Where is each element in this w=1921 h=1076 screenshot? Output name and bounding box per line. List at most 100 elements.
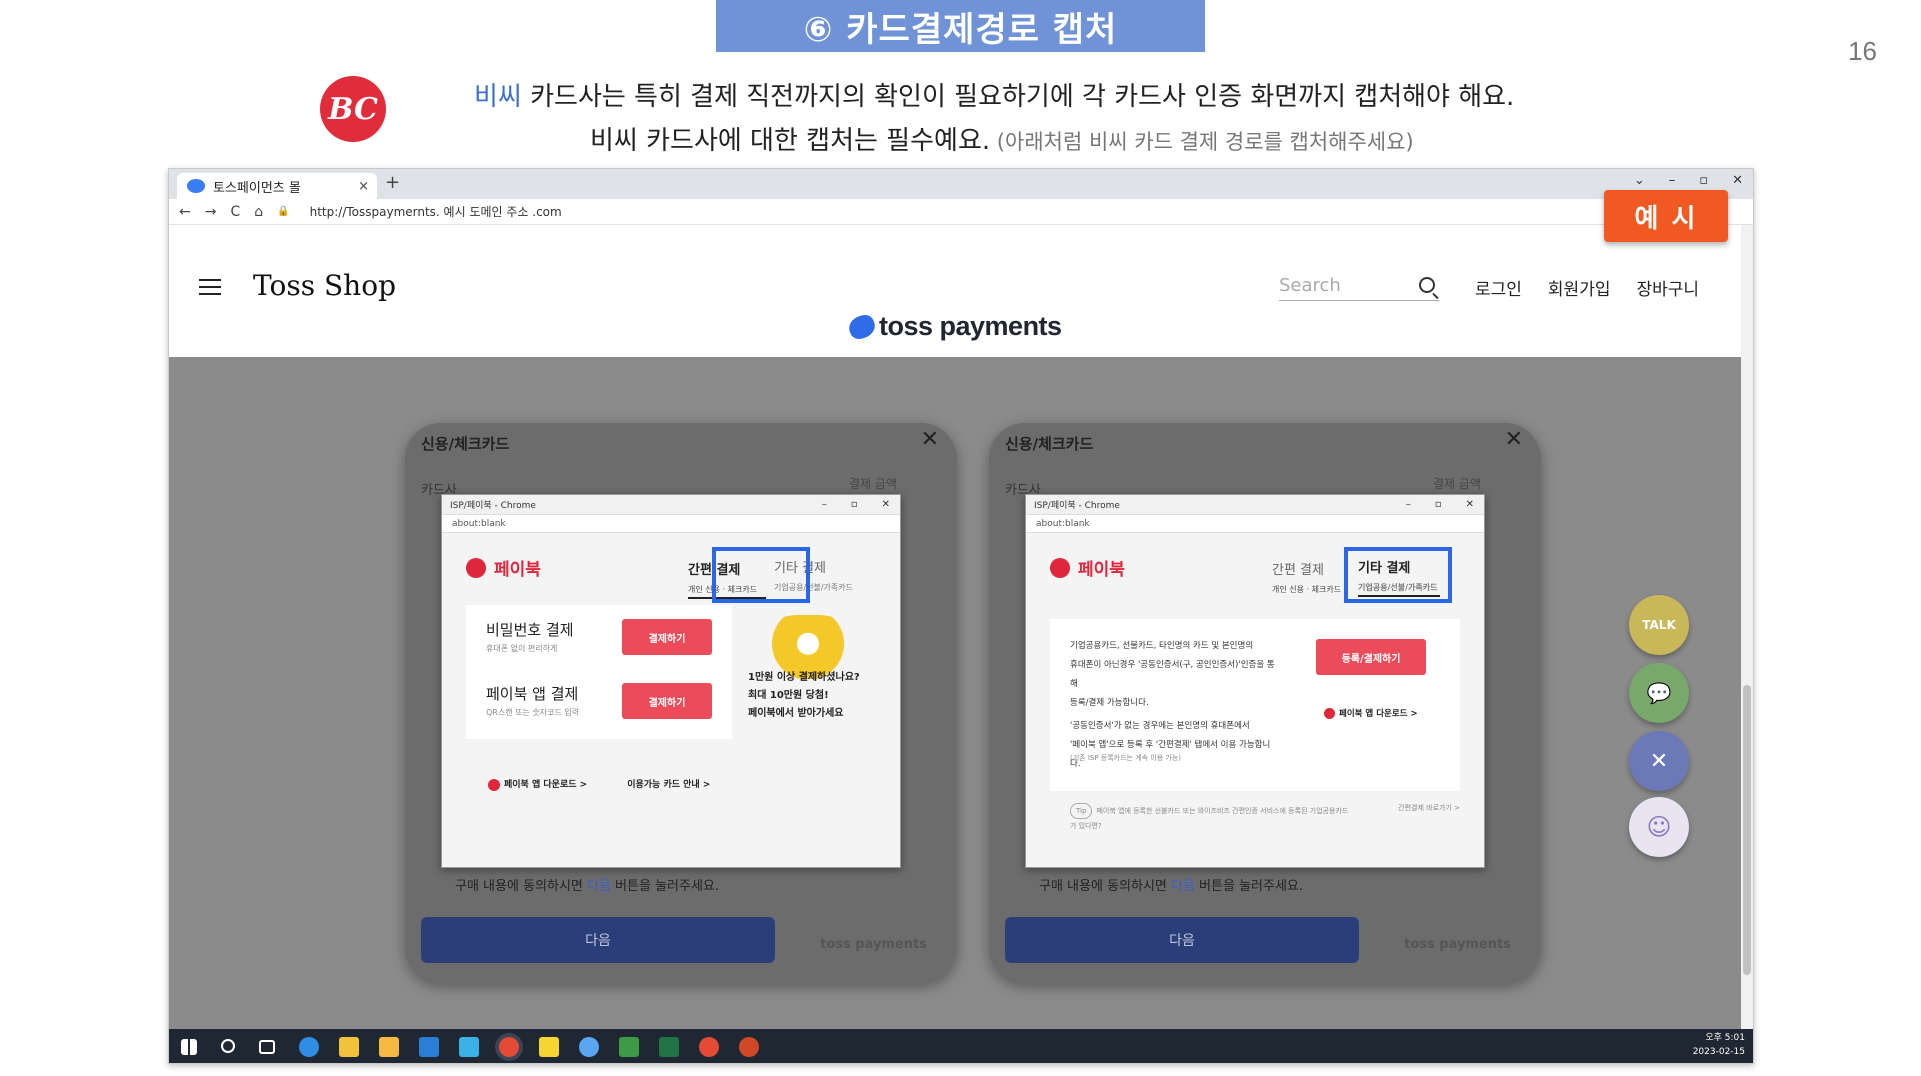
etc-pay-card: 기업공용카드, 선불카드, 타인명의 카드 및 본인명의 휴대폰이 아닌경우 '… [1050, 619, 1460, 791]
address-bar: ← → C ⌂ 🔒 http://Tosspaymernts. 예시 도메인 주… [169, 199, 1753, 225]
search-icon[interactable] [1419, 277, 1435, 293]
close-fab-button[interactable]: ✕ [1629, 731, 1689, 791]
excel-icon[interactable] [659, 1037, 679, 1057]
home-icon[interactable]: ⌂ [254, 204, 263, 220]
edge-icon[interactable] [299, 1037, 319, 1057]
popup-close[interactable]: ✕ [882, 499, 890, 510]
paybook-logo-text: 페이북 [1078, 560, 1125, 580]
browser-tab[interactable]: 토스페이먼츠 몰 × [177, 173, 377, 199]
chrome-icon[interactable] [499, 1037, 519, 1057]
page-scrollbar[interactable] [1741, 225, 1753, 1037]
minimize-button[interactable]: – [1669, 173, 1676, 188]
remote-icon[interactable] [619, 1037, 639, 1057]
nav-cart[interactable]: 장바구니 [1636, 275, 1699, 300]
agree-link: 다음 [1171, 879, 1195, 894]
amount-label: 결제 금액 [1433, 477, 1481, 491]
next-button[interactable]: 다음 [421, 917, 775, 963]
password-pay-title: 비밀번호 결제 [486, 621, 574, 639]
app-pay-title: 페이북 앱 결제 [486, 685, 579, 703]
next-button[interactable]: 다음 [1005, 917, 1359, 963]
paybook-logo: 페이북 [1050, 555, 1125, 580]
bc-logo-text: BC [328, 91, 378, 127]
paybook-body: 페이북 간편 결제 개인 신용 · 체크카드 기타 결제 기업공용/선불/가족카드 … [1026, 533, 1484, 867]
new-tab-button[interactable]: + [385, 172, 400, 193]
slack-icon[interactable] [579, 1037, 599, 1057]
payment-modal-right: 신용/체크카드 ✕ 카드사 결제 금액 구매 내용에 동의하시면 다음 버튼을 … [989, 423, 1541, 983]
talk-chat-button[interactable]: TALK [1629, 595, 1689, 655]
promo-line: 페이북에서 받아가세요 [748, 708, 844, 719]
promo-line: 1만원 이상 결제하셨나요? [748, 672, 860, 683]
page-number: 16 [1848, 36, 1877, 66]
task-view-icon[interactable] [259, 1040, 275, 1054]
app-pay-sub: QR스캔 또는 숫자코드 입력 [486, 708, 580, 717]
popup-close[interactable]: ✕ [1466, 499, 1474, 510]
popup-window-controls: – ▫ ✕ [822, 499, 890, 510]
popup-maximize[interactable]: ▫ [851, 499, 858, 510]
description-text: 카드사는 특히 결제 직전까지의 확인이 필요하기에 각 카드사 인증 화면까지… [521, 82, 1515, 112]
app-icon[interactable] [459, 1037, 479, 1057]
taskbar-clock[interactable]: 오후 5:01 2023-02-15 [1693, 1031, 1745, 1059]
popup-minimize[interactable]: – [1406, 499, 1411, 510]
app-pay-button[interactable]: 결제하기 [622, 683, 712, 719]
password-pay-button[interactable]: 결제하기 [622, 619, 712, 655]
close-window-button[interactable]: ✕ [1732, 173, 1743, 188]
popup-titlebar: ISP/페이북 - Chrome – ▫ ✕ [442, 495, 900, 515]
easy-pay-shortcut-link[interactable]: 간편결제 바로가기 > [1398, 803, 1460, 813]
agree-prefix: 구매 내용에 동의하시면 [455, 879, 587, 894]
search-input[interactable]: Search [1279, 271, 1439, 301]
chrome-2-icon[interactable] [699, 1037, 719, 1057]
modal-close-icon[interactable]: ✕ [1505, 427, 1523, 452]
file-explorer-icon[interactable] [339, 1037, 359, 1057]
scroll-thumb[interactable] [1743, 685, 1751, 975]
nav-signup[interactable]: 회원가입 [1548, 275, 1611, 300]
store-icon[interactable] [379, 1037, 399, 1057]
modal-header: 신용/체크카드 [1005, 435, 1094, 453]
start-icon[interactable] [181, 1039, 197, 1055]
powerpoint-icon[interactable] [739, 1037, 759, 1057]
brand-text: toss payments [879, 311, 1062, 341]
back-icon[interactable]: ← [179, 204, 191, 220]
reload-icon[interactable]: C [230, 204, 240, 220]
description-line-2: 비씨 카드사에 대한 캡처는 필수예요. (아래처럼 비씨 카드 결제 경로를 … [590, 120, 1414, 157]
bc-dot-icon [466, 557, 486, 578]
register-pay-button[interactable]: 등록/결제하기 [1316, 639, 1426, 675]
app-pay-row: 페이북 앱 결제 QR스캔 또는 숫자코드 입력 결제하기 [466, 669, 732, 739]
paybook-logo-text: 페이북 [494, 560, 541, 580]
etc-app-download[interactable]: 페이북 앱 다운로드 > [1324, 707, 1418, 719]
etc-line: '공동인증서'가 없는 경우에는 본인명의 휴대폰에서 [1070, 721, 1250, 731]
bc-card-logo: BC [320, 76, 386, 142]
tip-body: 페이북 앱에 등록한 선불카드 또는 와이즈비즈 간편인증 서비스에 등록된 기… [1070, 807, 1349, 830]
popup-title: ISP/페이북 - Chrome [450, 501, 536, 511]
promo-line: 최대 10만원 당첨! [748, 690, 829, 701]
agree-prefix: 구매 내용에 동의하시면 [1039, 879, 1171, 894]
close-tab-icon[interactable]: × [358, 179, 369, 194]
shop-title[interactable]: Toss Shop [253, 269, 396, 302]
mail-icon[interactable] [419, 1037, 439, 1057]
url-field[interactable]: http://Tosspaymernts. 예시 도메인 주소 .com [310, 203, 562, 220]
slide-title: ⑥ 카드결제경로 캡처 [716, 0, 1205, 52]
search-taskbar-icon[interactable] [221, 1039, 235, 1053]
message-button[interactable]: 💬 [1629, 663, 1689, 723]
modal-header: 신용/체크카드 [421, 435, 510, 453]
modal-brand: toss payments [820, 937, 927, 952]
menu-icon[interactable] [199, 279, 221, 295]
nav-login[interactable]: 로그인 [1475, 275, 1522, 300]
highlight-text: 비씨 [474, 82, 522, 112]
popup-maximize[interactable]: ▫ [1435, 499, 1442, 510]
sticky-notes-icon[interactable] [539, 1037, 559, 1057]
password-pay-sub: 휴대폰 없이 편리하게 [486, 644, 558, 653]
download-link-text: 페이북 앱 다운로드 > [504, 780, 588, 790]
maximize-button[interactable]: ▫ [1699, 173, 1708, 188]
chatbot-button[interactable]: ☺ [1629, 797, 1689, 857]
tab-easy-label: 간편 결제 [1272, 563, 1324, 578]
cards-link[interactable]: 이용가능 카드 안내 > [627, 777, 710, 791]
popup-minimize[interactable]: – [822, 499, 827, 510]
tab-easy-pay[interactable]: 간편 결제 개인 신용 · 체크카드 [1272, 559, 1350, 597]
tab-search-icon[interactable]: ⌄ [1634, 173, 1645, 188]
browser-window: 토스페이먼츠 몰 × + ⌄ – ▫ ✕ ← → C ⌂ 🔒 http://To… [168, 168, 1754, 1064]
tip-text: Tip 페이북 앱에 등록한 선불카드 또는 와이즈비즈 간편인증 서비스에 등록… [1070, 803, 1350, 833]
toss-favicon-icon [187, 179, 205, 193]
modal-close-icon[interactable]: ✕ [921, 427, 939, 452]
download-link[interactable]: 페이북 앱 다운로드 > [488, 777, 587, 791]
forward-icon[interactable]: → [205, 204, 217, 220]
